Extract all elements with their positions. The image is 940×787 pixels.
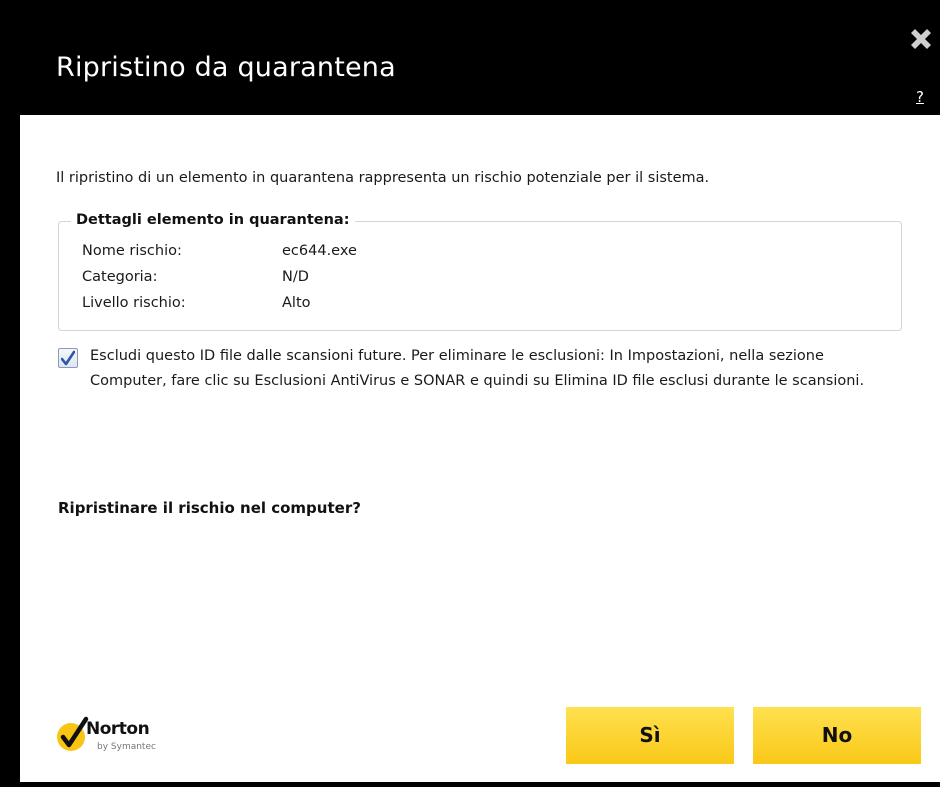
yes-button[interactable]: Sì [566, 707, 734, 764]
title-bar: Ripristino da quarantena ? [0, 0, 940, 115]
details-legend: Dettagli elemento in quarantena: [71, 212, 355, 228]
detail-value: N/D [282, 269, 309, 285]
details-group: Dettagli elemento in quarantena: Nome ri… [58, 212, 902, 331]
checkmark-icon [61, 350, 75, 366]
detail-value: Alto [282, 295, 311, 311]
detail-label: Nome rischio: [82, 243, 182, 259]
norton-logo: Norton by Symantec [56, 713, 176, 763]
exclude-checkbox-label[interactable]: Escludi questo ID file dalle scansioni f… [90, 344, 890, 394]
help-link[interactable]: ? [916, 88, 924, 106]
detail-row-risk-level: Livello rischio: Alto [82, 295, 311, 311]
logo-subtitle: by Symantec [97, 742, 156, 752]
dialog-title: Ripristino da quarantena [56, 52, 396, 83]
logo-wordmark: Norton [86, 719, 150, 739]
detail-value: ec644.exe [282, 243, 357, 259]
detail-label: Livello rischio: [82, 295, 186, 311]
no-button[interactable]: No [753, 707, 921, 764]
detail-label: Categoria: [82, 269, 158, 285]
norton-check-icon [57, 716, 89, 751]
close-icon[interactable] [906, 24, 936, 54]
detail-row-category: Categoria: N/D [82, 269, 309, 285]
exclude-checkbox[interactable] [58, 348, 78, 368]
detail-row-risk-name: Nome rischio: ec644.exe [82, 243, 357, 259]
dialog-window: Ripristino da quarantena ? Il ripristino… [0, 0, 940, 787]
restore-question: Ripristinare il rischio nel computer? [58, 499, 361, 517]
dialog-content: Il ripristino di un elemento in quarante… [20, 115, 940, 782]
intro-text: Il ripristino di un elemento in quarante… [56, 170, 710, 186]
